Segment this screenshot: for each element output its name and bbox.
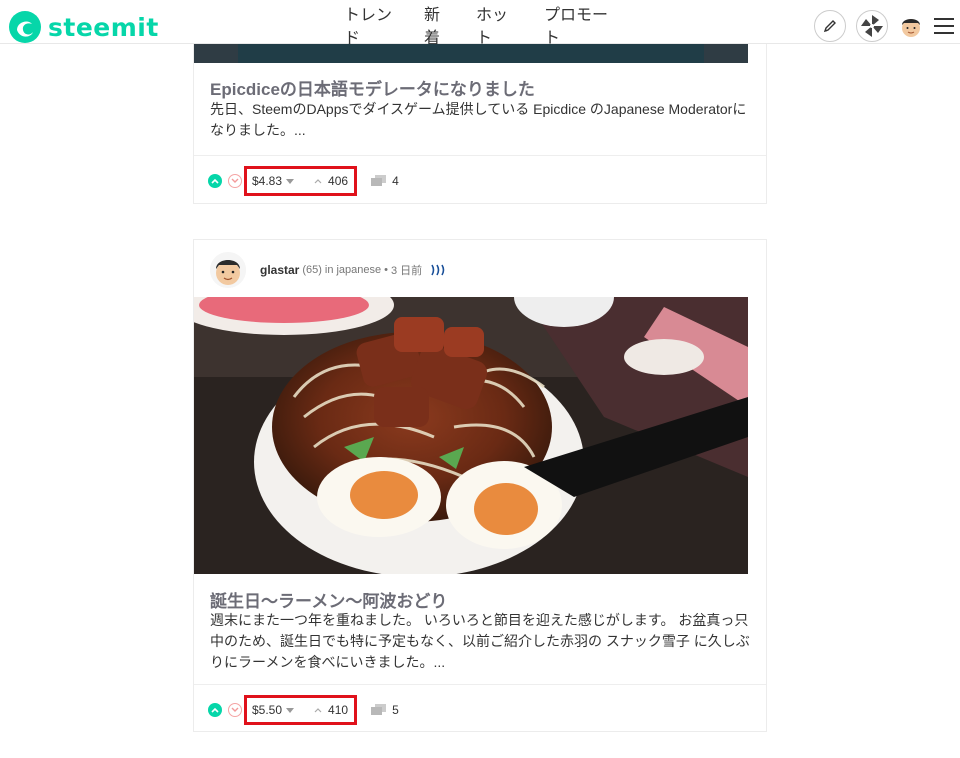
comment-count-value: 4 xyxy=(392,174,399,188)
logo-text: steemit xyxy=(48,12,159,42)
payout-value[interactable]: $4.83 xyxy=(252,174,282,188)
vote-count[interactable]: 406 xyxy=(314,174,348,188)
submit-story-button[interactable] xyxy=(814,10,846,42)
author-avatar-icon xyxy=(210,252,246,288)
steemit-logo-icon xyxy=(9,11,41,43)
post-excerpt[interactable]: 先日、SteemのDAppsでダイスゲーム提供している Epicdice のJa… xyxy=(210,99,754,141)
comment-count[interactable]: 4 xyxy=(371,174,399,188)
comment-count[interactable]: 5 xyxy=(371,703,399,717)
payout-dropdown-icon[interactable] xyxy=(286,707,295,713)
post-time[interactable]: 3 日前 xyxy=(391,262,422,278)
wallet-pinwheel-icon xyxy=(861,15,883,37)
chevron-down-icon xyxy=(231,707,239,712)
nav-hot[interactable]: ホット xyxy=(476,4,514,44)
steem-power-icon xyxy=(431,264,445,276)
chevron-up-icon xyxy=(211,707,219,713)
wallet-button[interactable] xyxy=(856,10,888,42)
post-title[interactable]: Epicdiceの日本語モデレータになりました xyxy=(210,75,535,100)
chevron-up-icon xyxy=(211,178,219,184)
nav-promoted[interactable]: プロモート xyxy=(544,4,610,44)
author-avatar[interactable] xyxy=(210,252,246,288)
payout-dropdown-icon[interactable] xyxy=(286,178,295,184)
payout-value[interactable]: $5.50 xyxy=(252,703,282,717)
payout-highlight: $5.50 410 xyxy=(244,695,358,725)
post-footer: $5.50 410 5 xyxy=(208,695,399,725)
user-avatar-icon xyxy=(898,13,924,39)
divider xyxy=(194,155,766,156)
user-avatar[interactable] xyxy=(898,13,924,39)
chevron-up-small-icon xyxy=(314,179,322,184)
post-excerpt[interactable]: 週末にまた一つ年を重ねました。 いろいろと節目を迎えた感じがします。 お盆真っ只… xyxy=(210,610,754,673)
nav-new[interactable]: 新着 xyxy=(424,4,444,44)
comment-icon xyxy=(371,704,387,715)
chevron-down-icon xyxy=(231,178,239,183)
upvote-button[interactable] xyxy=(208,174,222,188)
nav-trending[interactable]: トレンド xyxy=(344,4,396,44)
vote-count[interactable]: 410 xyxy=(314,703,348,717)
author-row: glastar (65) in japanese • 3 日前 xyxy=(210,252,446,288)
downvote-button[interactable] xyxy=(228,703,242,717)
steemit-logo[interactable]: steemit xyxy=(8,10,159,44)
vote-count-value: 406 xyxy=(328,174,349,188)
header-actions xyxy=(814,10,954,42)
post-category[interactable]: japanese xyxy=(336,264,381,276)
author-name[interactable]: glastar xyxy=(260,263,299,277)
downvote-button[interactable] xyxy=(228,174,242,188)
pencil-icon xyxy=(823,20,836,33)
post-image[interactable] xyxy=(194,297,748,574)
upvote-button[interactable] xyxy=(208,703,222,717)
chevron-up-small-icon xyxy=(314,708,322,713)
meta-separator: • xyxy=(384,264,388,276)
author-reputation: (65) xyxy=(302,264,322,276)
post-title[interactable]: 誕生日〜ラーメン〜阿波おどり xyxy=(210,587,447,612)
vote-count-value: 410 xyxy=(328,703,349,717)
category-prefix: in xyxy=(324,264,334,276)
top-header: steemit トレンド 新着 ホット プロモート xyxy=(0,0,960,44)
main-nav: トレンド 新着 ホット プロモート xyxy=(344,4,610,44)
payout-highlight: $4.83 406 xyxy=(244,166,358,196)
ramen-photo xyxy=(194,297,748,574)
comment-icon xyxy=(371,175,387,186)
comment-count-value: 5 xyxy=(392,703,399,717)
hamburger-menu-icon[interactable] xyxy=(934,18,954,34)
divider xyxy=(194,684,766,685)
post-footer: $4.83 406 4 xyxy=(208,166,399,196)
post-card: glastar (65) in japanese • 3 日前 誕生日〜ラーメン… xyxy=(193,239,767,732)
